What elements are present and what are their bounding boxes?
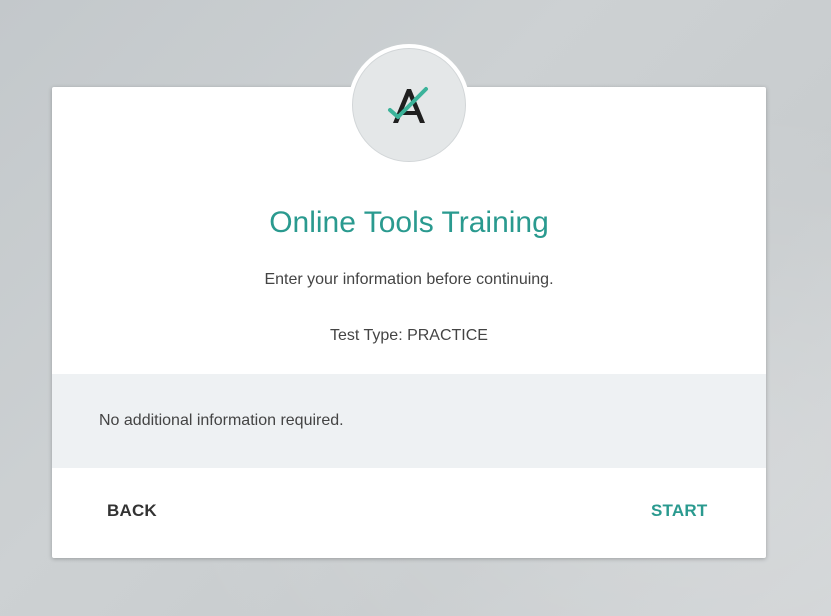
dialog-subtitle: Enter your information before continuing… xyxy=(264,271,554,288)
logo-badge xyxy=(348,44,470,166)
start-button[interactable]: START xyxy=(651,500,707,522)
login-dialog: Online Tools Training Enter your informa… xyxy=(52,44,766,558)
test-type-label: Test Type: PRACTICE xyxy=(330,327,488,344)
dialog-title: Online Tools Training xyxy=(269,206,549,239)
a-checkmark-logo-icon xyxy=(388,87,428,123)
back-button[interactable]: BACK xyxy=(107,500,157,522)
logo-inner xyxy=(352,48,466,162)
info-message: No additional information required. xyxy=(99,412,344,429)
info-band: No additional information required. xyxy=(52,374,766,468)
